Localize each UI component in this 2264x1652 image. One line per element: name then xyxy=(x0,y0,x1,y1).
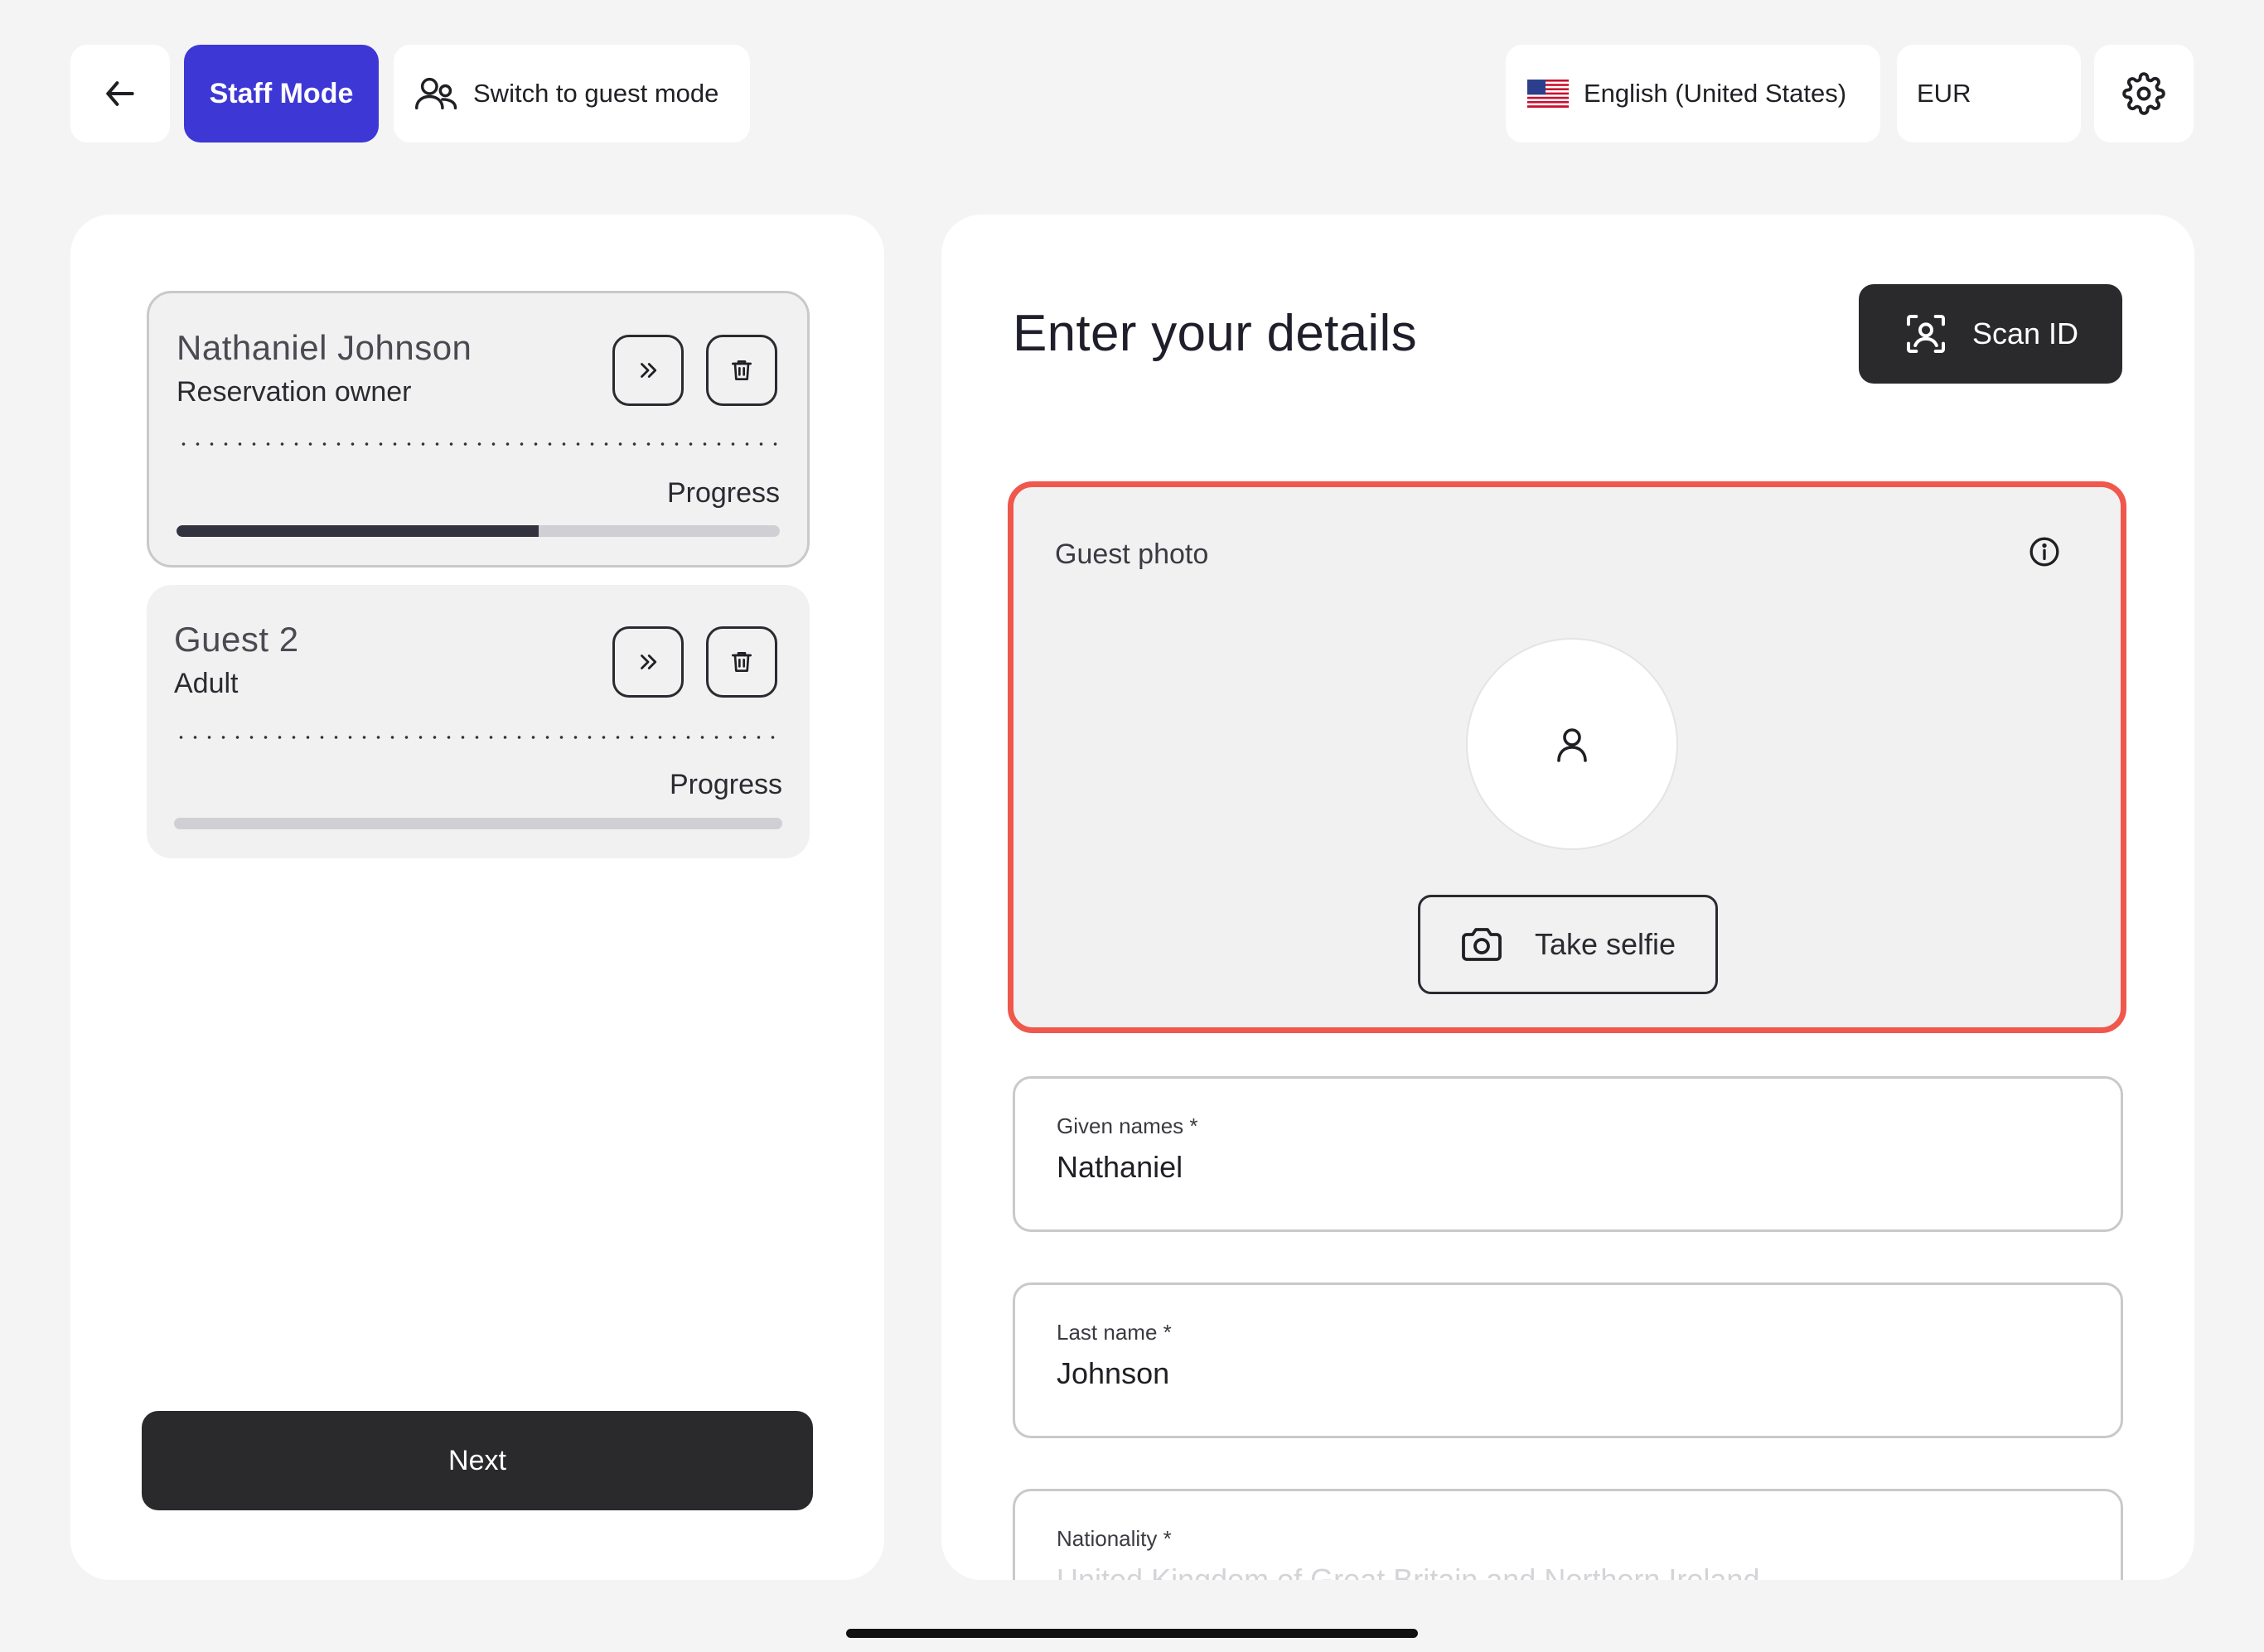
given-names-label: Given names * xyxy=(1057,1113,1198,1138)
take-selfie-label: Take selfie xyxy=(1534,927,1676,961)
take-selfie-button[interactable]: Take selfie xyxy=(1418,895,1718,994)
info-icon xyxy=(2029,537,2059,567)
users-icon xyxy=(415,77,457,110)
scan-id-label: Scan ID xyxy=(1971,316,2079,350)
user-icon xyxy=(1557,728,1587,762)
open-guest-button[interactable] xyxy=(612,626,684,698)
progress-label: Progress xyxy=(669,769,782,800)
scan-id-button[interactable]: Scan ID xyxy=(1859,284,2122,384)
settings-button[interactable] xyxy=(2094,45,2194,142)
last-name-field[interactable]: Last name * Johnson xyxy=(1013,1282,2123,1438)
info-button[interactable] xyxy=(2028,535,2061,572)
delete-guest-button[interactable] xyxy=(706,626,777,698)
next-button[interactable]: Next xyxy=(142,1411,813,1510)
trash-icon xyxy=(732,360,752,380)
currency-label: EUR xyxy=(1917,79,1971,108)
camera-icon xyxy=(1462,928,1502,961)
guest-card[interactable]: Nathaniel Johnson Reservation owner Prog… xyxy=(147,291,810,568)
details-form-panel: Enter your details Scan ID Guest photo T… xyxy=(941,215,2194,1580)
double-chevron-right-icon xyxy=(641,655,657,669)
language-label: English (United States) xyxy=(1584,79,1847,108)
page-title: Enter your details xyxy=(1013,305,1417,362)
last-name-label: Last name * xyxy=(1057,1320,1172,1345)
divider xyxy=(177,442,780,446)
guest-photo-label: Guest photo xyxy=(1055,539,1209,570)
gear-icon xyxy=(2122,72,2165,115)
trash-icon xyxy=(732,652,752,672)
currency-selector[interactable]: EUR xyxy=(1897,45,2081,142)
guest-card[interactable]: Guest 2 Adult Progress xyxy=(147,585,810,858)
guest-name: Nathaniel Johnson xyxy=(177,328,472,367)
progress-label: Progress xyxy=(666,477,780,509)
progress-bar xyxy=(174,818,782,829)
language-selector[interactable]: English (United States) xyxy=(1506,45,1880,142)
nationality-label: Nationality * xyxy=(1057,1526,1172,1551)
nationality-value: United Kingdom of Great Britain and Nort… xyxy=(1057,1563,1760,1580)
home-indicator[interactable] xyxy=(846,1629,1418,1638)
arrow-left-icon xyxy=(106,81,134,106)
back-button[interactable] xyxy=(70,45,170,142)
progress-bar xyxy=(177,525,780,537)
guest-role: Reservation owner xyxy=(177,376,412,408)
double-chevron-right-icon xyxy=(641,363,657,378)
delete-guest-button[interactable] xyxy=(706,335,777,406)
staff-mode-button[interactable]: Staff Mode xyxy=(184,45,379,142)
scan-face-icon xyxy=(1906,315,1945,353)
nationality-field[interactable]: Nationality * United Kingdom of Great Br… xyxy=(1013,1489,2123,1580)
switch-guest-mode-button[interactable]: Switch to guest mode xyxy=(394,45,750,142)
avatar xyxy=(1466,638,1678,850)
guest-name: Guest 2 xyxy=(174,620,299,659)
guest-list-panel: Nathaniel Johnson Reservation owner Prog… xyxy=(70,215,884,1580)
progress-fill xyxy=(177,525,539,537)
divider xyxy=(174,736,782,739)
given-names-field[interactable]: Given names * Nathaniel xyxy=(1013,1076,2123,1232)
open-guest-button[interactable] xyxy=(612,335,684,406)
last-name-value: Johnson xyxy=(1057,1356,1170,1390)
us-flag-icon xyxy=(1527,80,1569,108)
guest-photo-section: Guest photo Take selfie xyxy=(1008,481,2126,1033)
given-names-value: Nathaniel xyxy=(1057,1150,1183,1184)
switch-guest-mode-label: Switch to guest mode xyxy=(473,79,719,108)
guest-role: Adult xyxy=(174,668,239,699)
